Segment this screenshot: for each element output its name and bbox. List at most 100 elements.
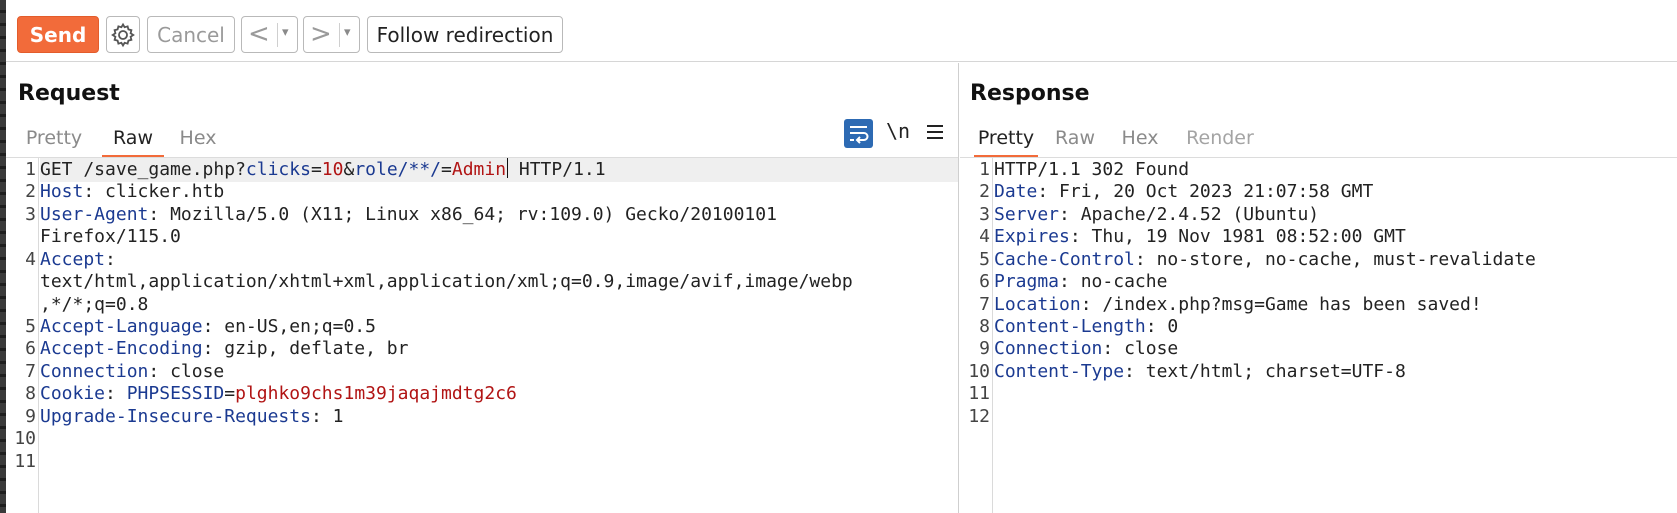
- header-value: no-cache: [1080, 271, 1168, 292]
- dropdown-arrow-icon[interactable]: ▾: [344, 25, 351, 40]
- line-number: 8: [979, 316, 990, 337]
- back-arrow-icon[interactable]: <: [248, 19, 270, 49]
- follow-redirection-button[interactable]: Follow redirection: [367, 16, 563, 53]
- header-name: Expires: [994, 226, 1070, 247]
- line-number: 1: [979, 159, 990, 180]
- header-separator: :: [310, 406, 333, 427]
- request-title: Request: [18, 81, 120, 106]
- request-editor[interactable]: 1 2 3 4 5 6 7 8 9 10 11 GET /save_game.p…: [6, 158, 958, 513]
- header-separator: :: [1059, 271, 1081, 292]
- dropdown-arrow-icon[interactable]: ▾: [282, 25, 289, 40]
- header-separator: :: [202, 316, 225, 337]
- header-name: Location: [994, 294, 1081, 315]
- header-separator: :: [1059, 204, 1081, 225]
- header-separator: :: [1069, 226, 1092, 247]
- header-value: en-US,en;q=0.5: [224, 316, 376, 337]
- header-value: Fri, 20 Oct 2023 21:07:58 GMT: [1059, 181, 1374, 202]
- param-name: role/**/: [354, 159, 442, 180]
- send-button[interactable]: Send: [17, 16, 99, 53]
- newline-toggle-icon[interactable]: \n: [886, 119, 910, 147]
- header-line: Content-Length: 0: [994, 315, 1677, 339]
- header-value: close: [1124, 338, 1179, 359]
- tab-hex[interactable]: Hex: [1116, 121, 1164, 155]
- header-line: Host: clicker.htb: [40, 180, 958, 204]
- header-name: Connection: [994, 338, 1103, 359]
- request-line: GET /save_game.php?clicks=10&role/**/=Ad…: [40, 158, 958, 182]
- header-line-wrapped: text/html,application/xhtml+xml,applicat…: [40, 271, 853, 292]
- forward-arrow-icon[interactable]: >: [310, 19, 332, 49]
- line-number: 3: [979, 204, 990, 225]
- header-line: Connection: close: [994, 337, 1677, 361]
- line-number: 4: [979, 226, 990, 247]
- back-button-group[interactable]: < ▾: [241, 16, 298, 53]
- tab-hex[interactable]: Hex: [174, 121, 222, 155]
- header-separator: :: [148, 204, 171, 225]
- header-separator: :: [83, 181, 106, 202]
- line-number: 9: [979, 338, 990, 359]
- header-value: text/html; charset=UTF-8: [1145, 361, 1406, 382]
- header-name: User-Agent: [40, 204, 149, 225]
- tab-render[interactable]: Render: [1182, 121, 1258, 155]
- header-name: Host: [40, 181, 84, 202]
- split-divider: [277, 23, 278, 47]
- response-title: Response: [970, 81, 1090, 106]
- header-value: no-store, no-cache, must-revalidate: [1156, 249, 1536, 270]
- header-line: Connection: close: [40, 360, 958, 384]
- forward-button-group[interactable]: > ▾: [303, 16, 360, 53]
- header-line: Content-Type: text/html; charset=UTF-8: [994, 360, 1677, 384]
- header-separator: :: [1145, 316, 1168, 337]
- param-value: Admin: [451, 159, 507, 180]
- header-value: Thu, 19 Nov 1981 08:52:00 GMT: [1091, 226, 1406, 247]
- header-line: Expires: Thu, 19 Nov 1981 08:52:00 GMT: [994, 225, 1677, 249]
- status-line: HTTP/1.1 302 Found: [994, 159, 1190, 180]
- header-line: Accept:: [40, 248, 958, 272]
- line-number: 7: [25, 361, 36, 382]
- cookie-equals: =: [224, 383, 236, 404]
- header-line: Accept-Encoding: gzip, deflate, br: [40, 337, 958, 361]
- line-number-gutter: 1 2 3 4 5 6 7 8 9 10 11: [6, 158, 39, 513]
- header-line-wrapped: ,*/*;q=0.8: [40, 294, 149, 315]
- settings-button[interactable]: [106, 16, 140, 53]
- header-line: Upgrade-Insecure-Requests: 1: [40, 405, 958, 429]
- cancel-button[interactable]: Cancel: [147, 16, 235, 53]
- tab-raw[interactable]: Raw: [102, 121, 164, 158]
- header-name: Upgrade-Insecure-Requests: [40, 406, 311, 427]
- tab-pretty[interactable]: Pretty: [974, 121, 1038, 158]
- header-value: 0: [1167, 316, 1179, 337]
- header-line: Location: /index.php?msg=Game has been s…: [994, 293, 1677, 317]
- header-line: Cookie: PHPSESSID=plghko9chs1m39jaqajmdt…: [40, 382, 958, 406]
- header-name: Content-Length: [994, 316, 1146, 337]
- line-number: 12: [968, 406, 990, 427]
- param-separator: &: [343, 159, 355, 180]
- line-number: 1: [25, 159, 36, 180]
- response-pane: Response Pretty Raw Hex Render 1 2 3 4 5…: [960, 63, 1677, 513]
- header-name: Cache-Control: [994, 249, 1135, 270]
- line-number: 2: [25, 181, 36, 202]
- line-number: 6: [25, 338, 36, 359]
- header-separator: :: [202, 338, 225, 359]
- line-number: 11: [968, 383, 990, 404]
- header-line: Cache-Control: no-store, no-cache, must-…: [994, 248, 1677, 272]
- header-separator: :: [1080, 294, 1103, 315]
- line-number: 10: [968, 361, 990, 382]
- cookie-value: plghko9chs1m39jaqajmdtg2c6: [235, 383, 517, 404]
- tab-pretty[interactable]: Pretty: [22, 121, 86, 155]
- response-editor[interactable]: 1 2 3 4 5 6 7 8 9 10 11 12 HTTP/1.1 302 …: [960, 158, 1677, 513]
- request-method-path: GET /save_game.php?: [40, 159, 246, 180]
- wrap-lines-icon[interactable]: [844, 119, 873, 148]
- header-value: gzip, deflate, br: [224, 338, 409, 359]
- header-name: Content-Type: [994, 361, 1125, 382]
- header-separator: :: [1102, 338, 1125, 359]
- header-name: Accept-Encoding: [40, 338, 203, 359]
- header-name: Server: [994, 204, 1060, 225]
- response-code: HTTP/1.1 302 Found Date: Fri, 20 Oct 202…: [994, 158, 1677, 513]
- header-line: Accept-Language: en-US,en;q=0.5: [40, 315, 958, 339]
- tab-raw[interactable]: Raw: [1052, 121, 1098, 155]
- line-number: 4: [25, 249, 36, 270]
- header-value: Apache/2.4.52 (Ubuntu): [1080, 204, 1320, 225]
- header-value: /index.php?msg=Game has been saved!: [1102, 294, 1482, 315]
- cookie-name: PHPSESSID: [126, 383, 225, 404]
- menu-icon[interactable]: [924, 121, 946, 143]
- header-name: Accept-Language: [40, 316, 203, 337]
- request-pane: Request Pretty Raw Hex \n 1 2 3 4 5 6 7 …: [6, 63, 959, 513]
